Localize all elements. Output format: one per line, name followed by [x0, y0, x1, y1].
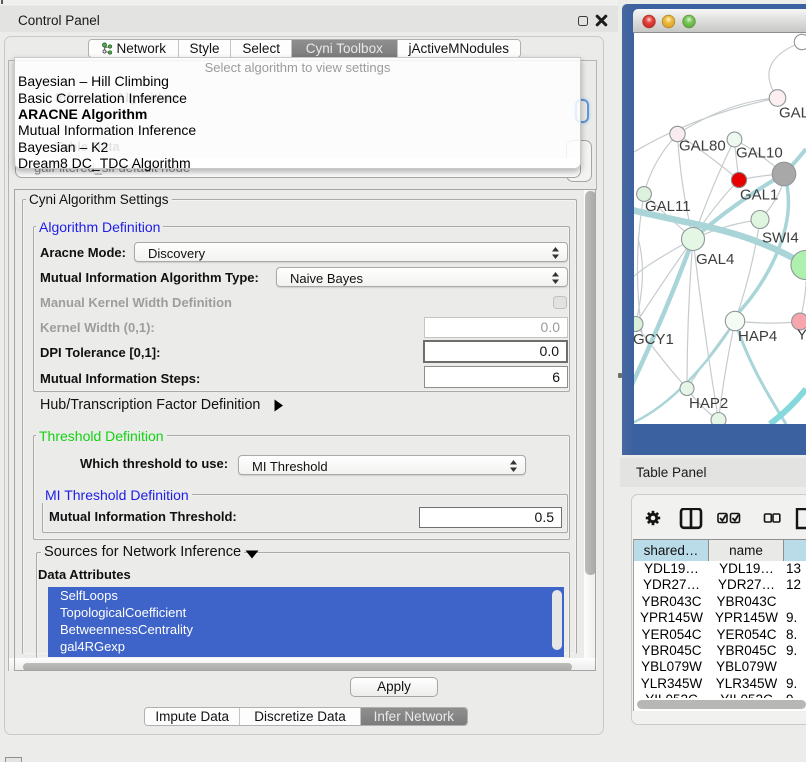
svg-text:Y: Y [797, 327, 806, 344]
svg-text:GAL4: GAL4 [696, 251, 734, 268]
svg-text:SWI4: SWI4 [762, 230, 799, 247]
svg-text:GAL7: GAL7 [779, 105, 806, 122]
svg-text:GAL1: GAL1 [740, 186, 778, 203]
svg-text:GCY1: GCY1 [634, 331, 674, 348]
svg-text:GAL10: GAL10 [736, 144, 783, 161]
svg-text:HAP2: HAP2 [689, 395, 728, 412]
svg-text:GAL11: GAL11 [645, 198, 691, 215]
svg-text:HAP4: HAP4 [738, 328, 777, 345]
svg-text:GAL80: GAL80 [679, 137, 726, 154]
